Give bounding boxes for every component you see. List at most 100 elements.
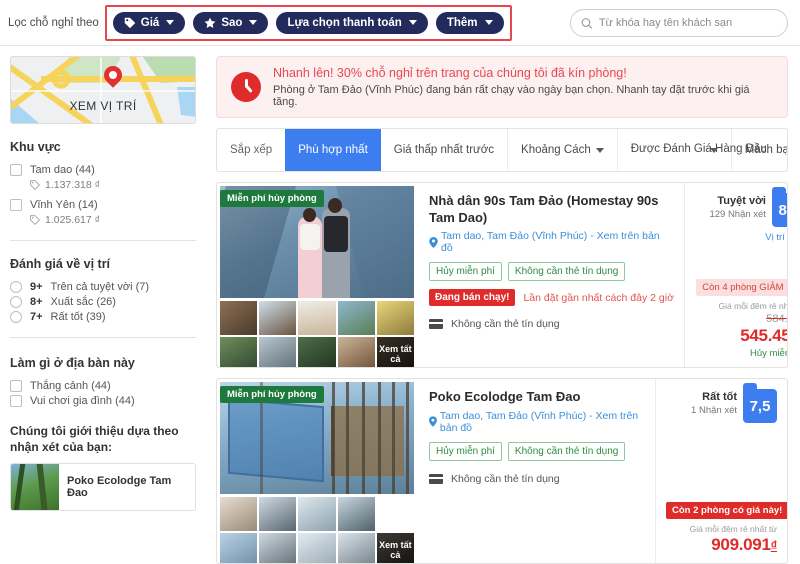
chevron-down-icon xyxy=(166,20,175,25)
star-icon xyxy=(204,17,216,28)
hotel-name[interactable]: Poko Ecolodge Tam Đao xyxy=(429,389,645,406)
search-input[interactable] xyxy=(598,17,777,29)
thumbnail[interactable] xyxy=(298,533,336,563)
hotel-info: Nhà dân 90s Tam Đảo (Homestay 90s Tam Da… xyxy=(417,183,684,367)
filter-option-area-vinhyen[interactable]: Vĩnh Yên (14) xyxy=(10,199,196,211)
section-title-location-rating: Đánh giá về vị trí xyxy=(10,257,111,271)
hotel-info: Poko Ecolodge Tam Đao Tam dao, Tam Đảo (… xyxy=(417,379,655,563)
hotel-location[interactable]: Tam dao, Tam Đảo (Vĩnh Phúc) - Xem trên … xyxy=(429,410,645,434)
thumbnail[interactable] xyxy=(298,497,336,531)
filter-pill-price-label: Giá xyxy=(140,16,160,29)
filter-option-activity-family[interactable]: Vui chơi gia đình (44) xyxy=(10,395,196,407)
checkbox-icon[interactable] xyxy=(10,199,22,211)
checkbox-icon[interactable] xyxy=(10,395,22,407)
tab-lowest-price[interactable]: Giá thấp nhất trước xyxy=(381,129,509,171)
current-price-value: 545.455 xyxy=(740,326,787,345)
thumbnail[interactable] xyxy=(298,301,336,335)
checkbox-icon[interactable] xyxy=(10,164,22,176)
credit-card-icon xyxy=(429,473,443,484)
hotel-gallery[interactable]: Miễn phí hủy phòng Xem tất cả xyxy=(217,379,417,563)
filter-option-rating-9[interactable]: 9+ Trên cả tuyệt vời (7) xyxy=(10,281,196,293)
area-price-tamdao: 1.137.318 ₫ xyxy=(30,179,196,191)
view-all-photos[interactable]: Xem tất cả xyxy=(376,337,414,367)
thumbnail[interactable] xyxy=(337,497,375,531)
thumbnail[interactable] xyxy=(337,301,375,335)
thumbnail[interactable] xyxy=(337,533,375,563)
filter-pill-more[interactable]: Thêm xyxy=(435,11,504,34)
filter-option-rating-7[interactable]: 7+ Rất tốt (39) xyxy=(10,311,196,323)
hotel-name[interactable]: Nhà dân 90s Tam Đảo (Homestay 90s Tam Da… xyxy=(429,193,674,226)
thumbnail[interactable] xyxy=(377,497,414,531)
thumbnail[interactable] xyxy=(220,497,258,531)
page-root: Lọc chỗ nghỉ theo Giá Sao Lựa chọn thanh… xyxy=(0,0,800,564)
tab-distance[interactable]: Khoảng Cách xyxy=(508,129,618,171)
hotel-thumbnail-grid[interactable]: Xem tất cả xyxy=(220,301,414,367)
tab-top-rated[interactable]: Được Đánh Giá Hàng Đầu xyxy=(618,129,767,171)
chevron-down-icon xyxy=(408,20,417,25)
thumbnail[interactable] xyxy=(259,337,297,367)
filter-option-label: Vĩnh Yên (14) xyxy=(30,199,98,211)
thumbnail[interactable] xyxy=(259,301,297,335)
view-all-photos-label: Xem tất cả xyxy=(376,337,414,367)
filter-option-rating-8[interactable]: 8+ Xuất sắc (26) xyxy=(10,296,196,308)
filter-option-activity-scenery[interactable]: Thắng cảnh (44) xyxy=(10,380,196,392)
filter-bar-label: Lọc chỗ nghỉ theo xyxy=(8,16,99,29)
chevron-down-icon xyxy=(709,147,718,153)
chevron-down-icon xyxy=(484,20,493,25)
review-count: 1 Nhận xét xyxy=(691,405,737,416)
hotel-location-text: Tam dao, Tam Đảo (Vĩnh Phúc) - Xem trên … xyxy=(440,230,660,255)
hotel-gallery[interactable]: Miễn phí hủy phòng Xem tất cả xyxy=(217,183,417,367)
free-cancel-note: Hủy miễn phí xyxy=(749,348,787,359)
clock-icon xyxy=(231,72,261,102)
tab-best-match[interactable]: Phù hợp nhất xyxy=(285,129,381,171)
area-price-vinhyen: 1.025.617 ₫ xyxy=(30,214,196,226)
alert-headline: Nhanh lên! 30% chỗ nghỉ trên trang của c… xyxy=(273,66,627,80)
hotel-rating-price: Tuyệt vời 129 Nhận xét 8,5 Vị trí 10,0 C… xyxy=(683,183,788,367)
radio-icon[interactable] xyxy=(10,311,22,323)
thumbnail[interactable] xyxy=(259,533,297,563)
rating-word: Tuyệt vời xyxy=(717,195,766,207)
alert-subtext: Phòng ở Tam Đảo (Vĩnh Phúc) đang bán rất… xyxy=(273,84,750,108)
radio-icon[interactable] xyxy=(10,296,22,308)
filter-pills-highlight-box: Giá Sao Lựa chọn thanh toán Thêm xyxy=(104,4,512,41)
thumbnail[interactable] xyxy=(220,337,258,367)
tab-lowest-price-label: Giá thấp nhất trước xyxy=(393,144,495,156)
hotel-price-block: Còn 2 phòng có giá này! Giá mỗi đêm rẻ n… xyxy=(666,500,787,555)
filter-pill-more-label: Thêm xyxy=(446,16,478,29)
rating-word: Rất tốt xyxy=(702,391,737,403)
filter-pill-payment[interactable]: Lựa chọn thanh toán xyxy=(276,11,428,34)
location-pin-icon xyxy=(429,416,437,427)
current-price: 909.091₫ xyxy=(666,535,777,555)
original-price: 584.949 xyxy=(766,313,788,325)
area-price-value: 1.025.617 ₫ xyxy=(45,214,101,226)
filter-option-area-tamdao[interactable]: Tam dao (44) xyxy=(10,164,196,176)
hotel-card[interactable]: Miễn phí hủy phòng xyxy=(216,182,788,368)
hotel-location[interactable]: Tam dao, Tam Đảo (Vĩnh Phúc) - Xem trên … xyxy=(429,230,674,254)
hotel-thumbnail-grid[interactable]: Xem tất cả xyxy=(220,497,414,563)
chip-free-cancel: Hủy miễn phí xyxy=(429,262,502,282)
thumbnail[interactable] xyxy=(220,533,258,563)
hotel-card[interactable]: Miễn phí hủy phòng xyxy=(216,378,788,564)
thumbnail[interactable] xyxy=(259,497,297,531)
filter-pill-price[interactable]: Giá xyxy=(112,11,186,34)
top-filter-bar: Lọc chỗ nghỉ theo Giá Sao Lựa chọn thanh… xyxy=(0,0,800,46)
hotel-hero-image[interactable]: Miễn phí hủy phòng xyxy=(220,186,414,298)
thumbnail[interactable] xyxy=(298,337,336,367)
filter-pill-star[interactable]: Sao xyxy=(193,11,269,34)
thumbnail[interactable] xyxy=(220,301,258,335)
filter-option-label: Thắng cảnh (44) xyxy=(30,380,111,392)
radio-icon[interactable] xyxy=(10,281,22,293)
view-all-photos[interactable]: Xem tất cả xyxy=(376,533,414,563)
search-box[interactable] xyxy=(570,9,788,37)
recommend-card[interactable]: Poko Ecolodge Tam Đao xyxy=(10,463,196,512)
hotel-hero-image[interactable]: Miễn phí hủy phòng xyxy=(220,382,414,494)
thumbnail[interactable] xyxy=(337,337,375,367)
chevron-down-icon xyxy=(595,147,604,153)
checkbox-icon[interactable] xyxy=(10,380,22,392)
hotel-chips: Hủy miễn phí Không cần thẻ tín dụng xyxy=(429,262,674,282)
map-preview[interactable]: XEM VỊ TRÍ xyxy=(10,56,196,124)
chip-free-cancel: Hủy miễn phí xyxy=(429,441,502,461)
thumbnail[interactable] xyxy=(376,301,414,335)
hotel-chips: Hủy miễn phí Không cần thẻ tín dụng xyxy=(429,441,645,461)
tab-deals[interactable]: Mách bạn ưu đãi xyxy=(732,129,787,171)
